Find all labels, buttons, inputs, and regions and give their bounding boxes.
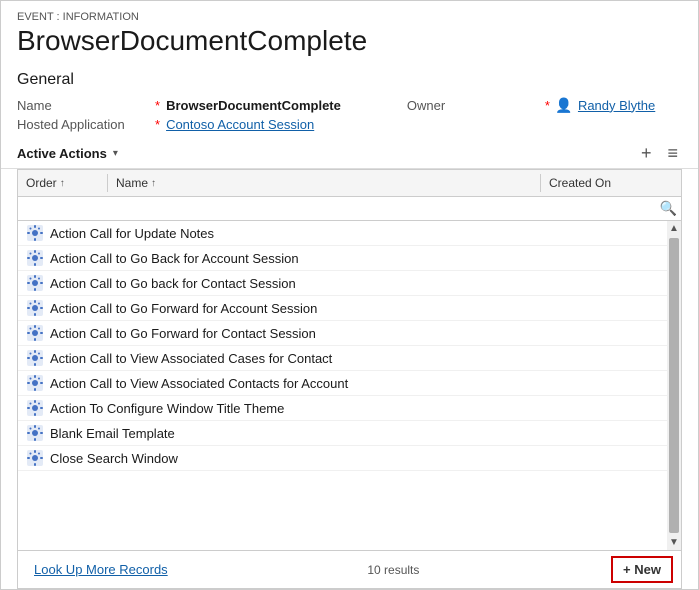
col-name: Name ↑ [108,174,541,192]
table-row[interactable]: Action To Configure Window Title Theme [18,396,681,421]
row-name: Action Call to Go Forward for Account Se… [50,301,673,316]
section-title: General [1,67,698,97]
action-icon [26,349,44,367]
col-order: Order ↑ [18,174,108,192]
scrollbar[interactable]: ▲ ▼ [667,221,681,550]
results-count: 10 results [367,563,419,577]
table-row[interactable]: Action Call to View Associated Contacts … [18,371,681,396]
action-icon [26,424,44,442]
name-required: * [155,98,160,113]
action-icon [26,299,44,317]
table-row[interactable]: Action Call to Go Forward for Contact Se… [18,321,681,346]
person-icon: 👤 [556,97,572,113]
order-sort-icon: ↑ [60,178,65,189]
hosted-app-value[interactable]: Contoso Account Session [166,117,314,132]
hosted-app-label: Hosted Application [17,117,147,132]
form-fields: Name * BrowserDocumentComplete Owner * 👤… [1,97,698,132]
owner-required: * [545,98,550,113]
search-icon[interactable]: 🔍 [660,200,677,217]
page-title: BrowserDocumentComplete [1,25,698,67]
table-row[interactable]: Action Call to View Associated Cases for… [18,346,681,371]
page-wrapper: EVENT : INFORMATION BrowserDocumentCompl… [0,0,699,590]
add-button[interactable]: + [637,142,656,164]
new-button[interactable]: + New [611,556,673,583]
table-row[interactable]: Close Search Window [18,446,681,471]
table-row[interactable]: Action Call to Go Back for Account Sessi… [18,246,681,271]
row-name: Action Call to View Associated Cases for… [50,351,673,366]
row-name: Action To Configure Window Title Theme [50,401,673,416]
search-input[interactable] [22,199,656,218]
active-actions-label[interactable]: Active Actions [17,146,107,161]
scroll-up-icon[interactable]: ▲ [667,221,681,236]
action-icon [26,249,44,267]
search-row: 🔍 [18,197,681,221]
action-icon [26,274,44,292]
name-sort-icon: ↑ [151,178,156,189]
row-name: Blank Email Template [50,426,673,441]
scroll-down-icon[interactable]: ▼ [667,535,681,550]
hosted-app-required: * [155,117,160,132]
owner-label: Owner [407,98,537,113]
scroll-thumb[interactable] [669,238,679,533]
action-icon [26,324,44,342]
name-value: BrowserDocumentComplete [166,98,341,113]
toolbar-right: + ≡ [637,142,682,164]
name-row: Name * BrowserDocumentComplete Owner * 👤… [17,97,682,113]
action-icon [26,399,44,417]
grid-options-button[interactable]: ≡ [663,142,682,164]
row-name: Action Call for Update Notes [50,226,673,241]
table-row[interactable]: Blank Email Template [18,421,681,446]
grid-header: Order ↑ Name ↑ Created On [18,170,681,197]
grid-container: Order ↑ Name ↑ Created On 🔍 [17,169,682,589]
action-icon [26,374,44,392]
lookup-link[interactable]: Look Up More Records [26,558,176,581]
col-created: Created On [541,174,681,192]
hosted-app-row: Hosted Application * Contoso Account Ses… [17,117,682,132]
table-row[interactable]: Action Call to Go back for Contact Sessi… [18,271,681,296]
owner-section: Owner * 👤 Randy Blythe [407,97,655,113]
action-icon [26,449,44,467]
row-name: Action Call to Go Forward for Contact Se… [50,326,673,341]
event-label: EVENT : INFORMATION [1,1,698,25]
table-row[interactable]: Action Call to Go Forward for Account Se… [18,296,681,321]
row-name: Action Call to View Associated Contacts … [50,376,673,391]
grid-footer: Look Up More Records 10 results + New [18,550,681,588]
grid-body: Action Call for Update Notes Action Call… [18,221,681,550]
new-btn-label: + New [623,562,661,577]
row-name: Action Call to Go back for Contact Sessi… [50,276,673,291]
active-actions-bar: Active Actions ▾ + ≡ [1,138,698,169]
name-label: Name [17,98,147,113]
table-row[interactable]: Action Call for Update Notes [18,221,681,246]
chevron-down-icon[interactable]: ▾ [113,148,118,159]
row-name: Action Call to Go Back for Account Sessi… [50,251,673,266]
row-name: Close Search Window [50,451,673,466]
action-icon [26,224,44,242]
owner-value[interactable]: Randy Blythe [578,98,655,113]
